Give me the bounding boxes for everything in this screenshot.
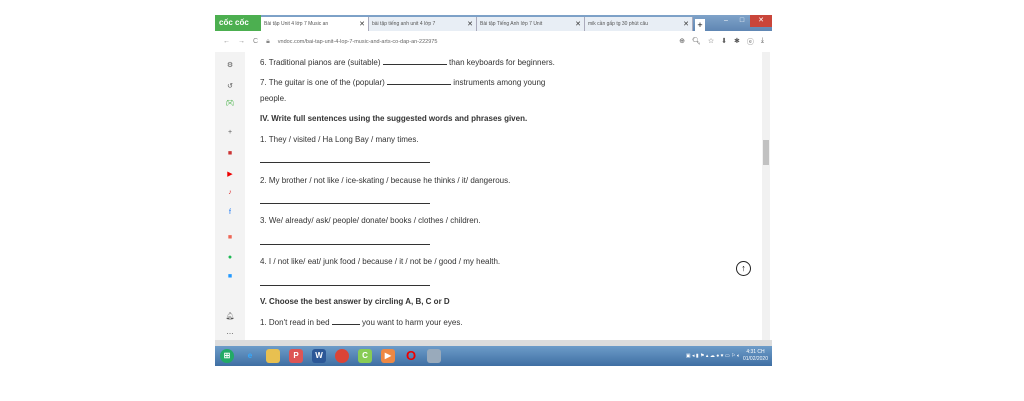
bell-icon[interactable]: 🔔︎ — [226, 312, 235, 320]
tab-3[interactable]: Bài tập Tiếng Anh lớp 7 Unit ✕ — [477, 17, 585, 31]
forward-icon[interactable]: → — [238, 38, 245, 45]
section-4-heading: IV. Write full sentences using the sugge… — [260, 114, 528, 123]
app-icon[interactable]: ■ — [228, 234, 232, 241]
spotify-icon[interactable]: ● — [228, 254, 232, 261]
question-7-cont: people. — [260, 94, 287, 103]
new-tab-button[interactable]: + — [695, 19, 705, 31]
youtube-icon[interactable]: ▶ — [227, 170, 232, 178]
reload-icon[interactable]: C — [253, 38, 258, 45]
coccoc-icon[interactable]: C — [358, 349, 372, 363]
url-input[interactable]: vndoc.com/bai-tap-unit-4-lop-7-music-and… — [278, 39, 671, 45]
vertical-scrollbar[interactable] — [762, 52, 770, 340]
profile-icon[interactable]: ⓔ — [747, 37, 754, 47]
sentence-2: 2. My brother / not like / ice-skating /… — [260, 176, 511, 185]
sentence-3: 3. We/ already/ ask/ people/ donate/ boo… — [260, 216, 481, 225]
extension-icon[interactable]: ⊕ — [679, 37, 685, 47]
tab-label: Bài tập Unit 4 lớp 7 Music an — [264, 21, 329, 27]
choice-question-1: 1. Don't read in bed you want to harm yo… — [260, 318, 463, 327]
close-icon[interactable]: ✕ — [467, 20, 473, 28]
word-icon[interactable]: W — [312, 349, 326, 363]
close-icon[interactable]: ✕ — [575, 20, 581, 28]
zoom-icon[interactable]: 🔍︎ — [692, 37, 701, 47]
opera-icon[interactable]: O — [404, 349, 418, 363]
browser-window: cốc cốc Bài tập Unit 4 lớp 7 Music an ✕ b… — [215, 15, 772, 366]
answer-line — [260, 244, 430, 245]
downloads-icon[interactable]: ⤓ — [761, 37, 764, 47]
media-player-icon[interactable]: ▶ — [381, 349, 395, 363]
sentence-4: 4. I / not like/ eat/ junk food / becaus… — [260, 257, 501, 266]
more-icon[interactable]: ⋯ — [227, 330, 234, 338]
scrollbar-thumb[interactable] — [763, 140, 769, 165]
add-icon[interactable]: + — [228, 129, 232, 136]
tab-label: bài tập tiếng anh unit 4 lớp 7 — [372, 21, 436, 27]
taskbar: ⊞ e P W C ▶ O ▣ ◂ ▮ ⚑ ▴ ☁ ● ♥ ▭ ⚐ 🔈︎ 4:3… — [215, 346, 772, 366]
star-icon[interactable]: ☆ — [708, 37, 714, 47]
app-icon[interactable]: ■ — [228, 273, 232, 280]
maximize-button[interactable]: □ — [734, 15, 750, 27]
answer-line — [260, 285, 430, 286]
tab-label: Bài tập Tiếng Anh lớp 7 Unit — [480, 21, 543, 27]
settings-icon[interactable]: ⚙ — [227, 61, 233, 69]
download-icon[interactable]: ⬇ — [721, 37, 727, 47]
chrome-icon[interactable] — [335, 349, 349, 363]
ie-icon[interactable]: e — [243, 349, 257, 363]
tab-2[interactable]: bài tập tiếng anh unit 4 lớp 7 ✕ — [369, 17, 477, 31]
question-6: 6. Traditional pianos are (suitable) tha… — [260, 58, 555, 67]
start-button[interactable]: ⊞ — [220, 349, 234, 363]
scroll-to-top-button[interactable]: ↑ — [736, 261, 751, 276]
close-window-button[interactable]: ✕ — [750, 15, 772, 27]
tab-1[interactable]: Bài tập Unit 4 lớp 7 Music an ✕ — [261, 17, 369, 31]
browser-logo[interactable]: cốc cốc — [215, 15, 261, 31]
tab-bar: cốc cốc Bài tập Unit 4 lớp 7 Music an ✕ b… — [215, 15, 772, 31]
back-icon[interactable]: ← — [223, 38, 230, 45]
tab-label: mik cần gấp tg 30 phút câu — [588, 21, 649, 27]
sentence-1: 1. They / visited / Ha Long Bay / many t… — [260, 135, 419, 144]
close-icon[interactable]: ✕ — [683, 20, 689, 28]
address-bar: ← → C 🔒︎ vndoc.com/bai-tap-unit-4-lop-7-… — [215, 31, 772, 52]
system-tray: ▣ ◂ ▮ ⚑ ▴ ☁ ● ♥ ▭ ⚐ 🔈︎ 4:31 CH 01/02/2020 — [686, 349, 772, 363]
lock-icon: 🔒︎ — [266, 37, 270, 45]
answer-line — [260, 162, 430, 163]
minimize-button[interactable]: – — [718, 15, 734, 27]
folder-icon[interactable] — [266, 349, 280, 363]
powerpoint-icon[interactable]: P — [289, 349, 303, 363]
app-icon[interactable]: ■ — [228, 150, 232, 157]
paint-icon[interactable] — [427, 349, 441, 363]
history-icon[interactable]: ↺ — [227, 82, 233, 90]
question-7: 7. The guitar is one of the (popular) in… — [260, 78, 546, 87]
tab-4[interactable]: mik cần gấp tg 30 phút câu ✕ — [585, 17, 693, 31]
game-icon[interactable]: 🎮︎ — [226, 99, 235, 107]
page-content: 6. Traditional pianos are (suitable) tha… — [260, 52, 760, 340]
facebook-icon[interactable]: f — [229, 209, 231, 216]
sidebar: ⚙ ↺ 🎮︎ + ■ ▶ ♪ f ■ ● ■ 🔔︎ ⋯ — [215, 52, 245, 340]
puzzle-icon[interactable]: ✱ — [734, 37, 740, 47]
section-5-heading: V. Choose the best answer by circling A,… — [260, 297, 450, 306]
tiktok-icon[interactable]: ♪ — [228, 189, 232, 196]
answer-line — [260, 203, 430, 204]
clock[interactable]: 4:31 CH 01/02/2020 — [743, 349, 768, 363]
tray-icons[interactable]: ▣ ◂ ▮ ⚑ ▴ ☁ ● ♥ ▭ ⚐ 🔈︎ — [686, 353, 740, 359]
close-icon[interactable]: ✕ — [359, 20, 365, 28]
